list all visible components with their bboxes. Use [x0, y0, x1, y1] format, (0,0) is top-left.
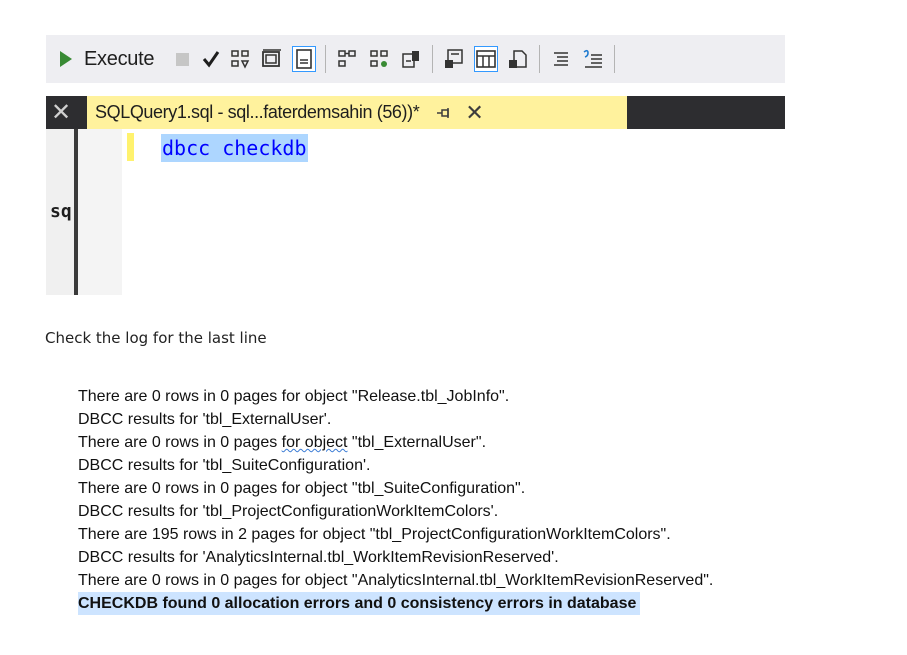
play-icon — [60, 51, 72, 67]
results-file-icon[interactable] — [506, 46, 530, 72]
spellcheck-squiggle: for object — [281, 434, 348, 451]
log-line: There are 0 rows in 0 pages for object "… — [78, 388, 510, 405]
live-query-stats-icon[interactable] — [367, 46, 391, 72]
execute-button[interactable]: Execute — [60, 43, 154, 75]
uncomment-icon[interactable] — [581, 46, 605, 72]
stop-icon[interactable] — [176, 52, 190, 66]
log-line: There are 0 rows in 0 pages for object "… — [78, 572, 714, 589]
toolbar-separator — [614, 45, 616, 73]
log-line: DBCC results for 'tbl_SuiteConfiguration… — [78, 457, 371, 474]
object-explorer-panel: sq — [46, 129, 74, 295]
log-line: There are 195 rows in 2 pages for object… — [78, 526, 671, 543]
log-line: There are 0 rows in 0 pages for object "… — [78, 480, 526, 497]
log-line: DBCC results for 'tbl_ExternalUser'. — [78, 411, 332, 428]
code-line-selected[interactable]: dbcc checkdb — [161, 134, 308, 162]
comment-icon[interactable] — [549, 46, 573, 72]
log-line: There are 0 rows in 0 pages for object "… — [78, 431, 713, 454]
log-line: DBCC results for 'AnalyticsInternal.tbl_… — [78, 549, 559, 566]
log-final-line: CHECKDB found 0 allocation errors and 0 … — [78, 592, 641, 615]
editor-gutter — [78, 129, 122, 295]
include-actual-plan-icon[interactable] — [335, 46, 359, 72]
change-indicator — [127, 133, 134, 161]
tab-sqlquery1[interactable]: SQLQuery1.sql - sql...faterdemsahin (56)… — [87, 96, 627, 129]
results-grid-icon[interactable] — [442, 46, 466, 72]
execute-label: Execute — [84, 47, 155, 70]
document-tab-strip: ✕ SQLQuery1.sql - sql...faterdemsahin (5… — [46, 96, 785, 129]
log-line: DBCC results for 'tbl_ProjectConfigurati… — [78, 503, 499, 520]
tab-title: SQLQuery1.sql - sql...faterdemsahin (56)… — [95, 102, 420, 122]
parse-check-icon[interactable] — [202, 50, 220, 68]
close-icon[interactable]: ✕ — [46, 96, 76, 129]
dbcc-log: There are 0 rows in 0 pages for object "… — [78, 385, 713, 615]
toolbar-separator — [325, 45, 327, 73]
caption-text: Check the log for the last line — [45, 329, 267, 347]
tab-close-icon[interactable]: ✕ — [465, 101, 483, 124]
toolbar-separator — [432, 45, 434, 73]
include-client-stats-icon[interactable] — [399, 46, 423, 72]
toolbar-separator — [539, 45, 541, 73]
log-line-text: There are 0 rows in 0 pages for object "… — [78, 434, 487, 451]
side-panel-label: sq — [50, 201, 72, 222]
display-estimated-plan-icon[interactable] — [228, 46, 252, 72]
results-text-grid-icon[interactable] — [474, 46, 499, 72]
results-to-text-icon[interactable] — [260, 46, 284, 72]
pin-icon[interactable] — [437, 107, 453, 119]
sql-editor-toolbar: Execute — [46, 35, 785, 83]
results-to-grid-icon[interactable] — [292, 46, 317, 72]
